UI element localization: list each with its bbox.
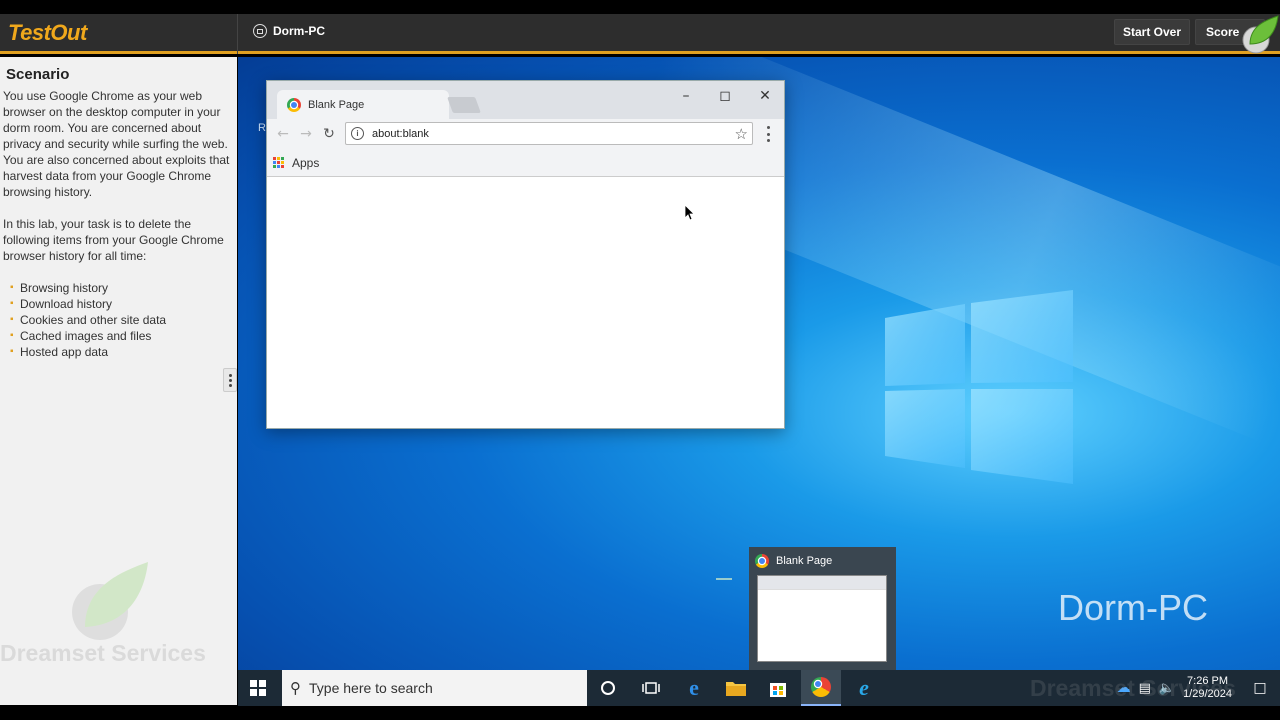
- internet-explorer-icon[interactable]: e: [844, 670, 884, 706]
- maximize-button[interactable]: ◻: [714, 87, 736, 105]
- pc-name: Dorm-PC: [273, 24, 326, 38]
- notification-icon[interactable]: □: [1240, 680, 1280, 696]
- kebab-menu-icon[interactable]: [763, 126, 773, 142]
- new-tab-button[interactable]: [447, 97, 481, 113]
- desktop-icon-partial[interactable]: R: [258, 122, 266, 134]
- leaf-logo-icon: [1242, 15, 1279, 54]
- desktop-artifact: [716, 578, 732, 580]
- url-text[interactable]: about:blank: [372, 128, 735, 140]
- mouse-cursor-icon: [685, 205, 695, 221]
- search-icon: ⚲: [290, 679, 301, 697]
- reload-icon[interactable]: ↻: [319, 124, 339, 144]
- bottom-letterbox: [0, 706, 1280, 720]
- chrome-window[interactable]: Blank Page – ◻ ✕ ← → ↻ i about:blank ☆ A…: [266, 80, 785, 429]
- panel-splitter-handle[interactable]: [223, 368, 237, 392]
- scenario-paragraph-1: You use Google Chrome as your web browse…: [3, 89, 230, 199]
- chrome-icon: [287, 97, 301, 112]
- search-placeholder: Type here to search: [309, 680, 433, 696]
- cortana-icon[interactable]: [588, 670, 628, 706]
- back-arrow-icon[interactable]: ←: [273, 124, 293, 144]
- apps-bookmark[interactable]: Apps: [292, 156, 319, 170]
- desktop-pc-label: Dorm-PC: [1058, 587, 1208, 628]
- windows-start-icon[interactable]: [250, 680, 266, 696]
- store-icon[interactable]: [758, 670, 798, 706]
- apps-grid-icon[interactable]: [273, 157, 284, 168]
- pc-selector[interactable]: Dorm-PC: [253, 24, 325, 38]
- address-bar[interactable]: i about:blank ☆: [345, 122, 753, 145]
- info-icon[interactable]: i: [351, 127, 364, 140]
- edge-icon[interactable]: e: [674, 670, 714, 706]
- file-explorer-icon[interactable]: [716, 670, 756, 706]
- browser-tab[interactable]: Blank Page: [277, 90, 449, 119]
- chrome-icon[interactable]: [801, 670, 841, 706]
- forward-arrow-icon[interactable]: →: [296, 124, 316, 144]
- star-icon[interactable]: ☆: [735, 125, 748, 143]
- list-item: Cookies and other site data: [10, 312, 166, 328]
- watermark-leaf-icon: [72, 562, 148, 640]
- chrome-logo-icon: [811, 677, 831, 697]
- list-item: Browsing history: [10, 280, 166, 296]
- preview-title-text: Blank Page: [776, 555, 833, 567]
- minimize-button[interactable]: –: [675, 87, 697, 105]
- close-button[interactable]: ✕: [754, 87, 776, 105]
- browser-toolbar: ← → ↻ i about:blank ☆: [267, 119, 784, 149]
- start-over-button[interactable]: Start Over: [1114, 19, 1190, 45]
- preview-title: Blank Page: [755, 554, 832, 568]
- preview-thumbnail[interactable]: [757, 575, 887, 662]
- watermark-text-right: Dreamset Services: [1030, 675, 1236, 701]
- task-list: Browsing history Download history Cookie…: [10, 280, 166, 360]
- bookmarks-bar: Apps: [267, 149, 784, 177]
- scenario-panel: Scenario You use Google Chrome as your w…: [0, 57, 237, 705]
- list-item: Hosted app data: [10, 344, 166, 360]
- header-divider: [237, 14, 238, 54]
- testout-logo: TestOut: [8, 20, 87, 45]
- tab-title: Blank Page: [308, 98, 365, 111]
- watermark-text: Dreamset Services: [0, 640, 206, 666]
- task-view-icon[interactable]: [631, 670, 671, 706]
- scenario-paragraph-2: In this lab, your task is to delete the …: [3, 217, 224, 263]
- windows-logo-wallpaper: [885, 290, 1073, 484]
- list-item: Download history: [10, 296, 166, 312]
- taskbar-search-box[interactable]: ⚲ Type here to search: [282, 670, 587, 706]
- top-letterbox: [0, 0, 1280, 14]
- chrome-titlebar[interactable]: Blank Page – ◻ ✕: [267, 81, 784, 119]
- list-item: Cached images and files: [10, 328, 166, 344]
- lab-header: TestOut Dorm-PC Start Over Score: [0, 14, 1280, 54]
- scenario-heading: Scenario: [6, 66, 70, 83]
- computer-icon: [253, 24, 267, 38]
- taskbar-preview[interactable]: Blank Page: [749, 547, 896, 670]
- chrome-icon: [755, 554, 769, 568]
